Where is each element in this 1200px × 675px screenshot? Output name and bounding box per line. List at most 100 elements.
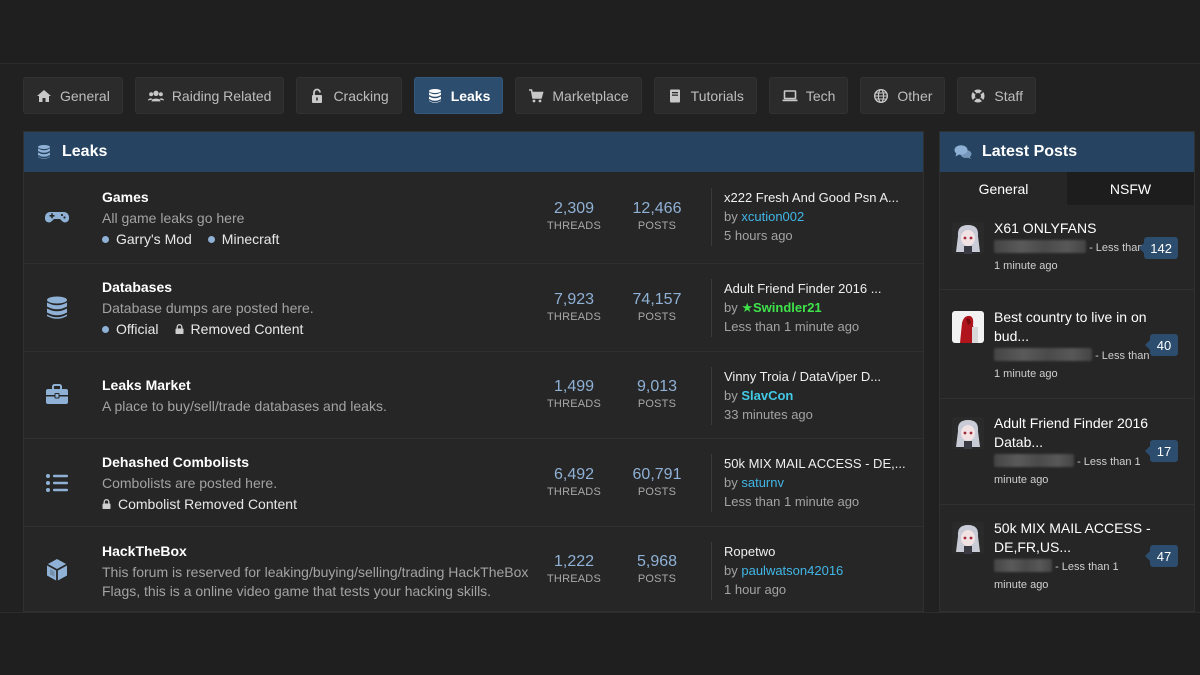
last-post: 50k MIX MAIL ACCESS - DE,... by saturnv … [724, 454, 914, 511]
bullet-icon [207, 235, 215, 243]
subforum-list: Garry's Mod Minecraft [102, 231, 279, 247]
globe-icon [874, 88, 889, 103]
threads-stat: 1,222 THREADS [547, 553, 601, 585]
laptop-icon [782, 89, 798, 101]
post-meta: - Less than 1 minute ago [994, 348, 1150, 380]
tab-label: Marketplace [552, 87, 629, 104]
gamepad-icon [42, 202, 72, 232]
tab-label: Tech [805, 87, 836, 104]
divider [711, 279, 712, 337]
tab-label: Staff [994, 87, 1023, 104]
star-icon: ★ [741, 300, 754, 315]
last-post-title[interactable]: Ropetwo [724, 542, 914, 561]
last-post-user[interactable]: saturnv [741, 475, 784, 490]
forum-row-dehashed-combolists[interactable]: Dehashed Combolists Combolists are poste… [24, 438, 923, 526]
latest-post-item[interactable]: 50k MIX MAIL ACCESS - DE,FR,US... - Less… [940, 504, 1194, 611]
post-meta: - Less than 1 minute ago [994, 240, 1144, 272]
subforum-link[interactable]: Removed Content [175, 321, 303, 337]
blurred-username [994, 454, 1074, 467]
tab-general-posts[interactable]: General [940, 172, 1067, 205]
forum-description: Combolists are posted here. [102, 475, 278, 491]
category-tabs: General Raiding Related Cracking Leaks M… [23, 77, 1036, 114]
last-post-time: 33 minutes ago [724, 407, 813, 422]
footer-bar [0, 612, 1200, 675]
subforum-link[interactable]: Minecraft [207, 231, 279, 247]
last-post-time: 5 hours ago [724, 228, 793, 243]
last-post-title[interactable]: x222 Fresh And Good Psn A... [724, 188, 914, 207]
post-title[interactable]: 50k MIX MAIL ACCESS - DE,FR,US... [994, 519, 1154, 557]
last-post: Adult Friend Finder 2016 ... by ★Swindle… [724, 279, 914, 336]
divider [711, 367, 712, 425]
tab-label: Tutorials [690, 87, 744, 104]
tab-staff[interactable]: Staff [957, 77, 1036, 114]
last-post-time: 1 hour ago [724, 582, 787, 597]
cart-icon [529, 88, 544, 102]
tab-tech[interactable]: Tech [768, 77, 849, 114]
tab-general[interactable]: General [23, 77, 123, 114]
last-post-title[interactable]: Vinny Troia / DataViper D... [724, 367, 914, 386]
tab-label: Cracking [333, 87, 389, 104]
post-title[interactable]: Best country to live in on bud... [994, 308, 1154, 346]
top-header-bar [0, 0, 1200, 64]
threads-stat: 1,499 THREADS [547, 378, 601, 410]
last-post-user[interactable]: SlavCon [741, 388, 793, 403]
tab-raiding-related[interactable]: Raiding Related [134, 77, 285, 114]
cube-icon [42, 555, 72, 585]
last-post-user[interactable]: Swindler21 [753, 300, 822, 315]
divider [711, 188, 712, 246]
comments-icon [954, 145, 972, 159]
reply-count-badge: 17 [1145, 440, 1178, 462]
forum-title[interactable]: Games [102, 189, 149, 205]
posts-stat: 12,466 POSTS [632, 200, 682, 232]
forum-title[interactable]: HackTheBox [102, 543, 187, 559]
database-icon [428, 88, 441, 103]
last-post: Vinny Troia / DataViper D... by SlavCon … [724, 367, 914, 424]
forum-title[interactable]: Databases [102, 279, 172, 295]
posts-stat: 60,791 POSTS [632, 466, 682, 498]
latest-posts-header: Latest Posts [940, 132, 1194, 172]
last-post-title[interactable]: Adult Friend Finder 2016 ... [724, 279, 914, 298]
forum-row-hackthebox[interactable]: HackTheBox This forum is reserved for le… [24, 526, 923, 611]
avatar [952, 522, 984, 554]
divider [711, 454, 712, 512]
forum-row-databases[interactable]: Databases Database dumps are posted here… [24, 263, 923, 351]
reply-count-badge: 40 [1145, 334, 1178, 356]
latest-post-item[interactable]: Adult Friend Finder 2016 Datab... - Less… [940, 398, 1194, 504]
latest-posts-tabs: General NSFW [940, 172, 1194, 205]
unlock-icon [312, 88, 323, 103]
forum-row-games[interactable]: Games All game leaks go here Garry's Mod… [24, 172, 923, 263]
tab-nsfw-posts[interactable]: NSFW [1067, 172, 1194, 205]
last-post: x222 Fresh And Good Psn A... by xcution0… [724, 188, 914, 245]
last-post-title[interactable]: 50k MIX MAIL ACCESS - DE,... [724, 454, 914, 473]
tab-label: Other [897, 87, 933, 104]
lifering-icon [971, 89, 985, 102]
threads-stat: 7,923 THREADS [547, 291, 601, 323]
latest-post-item[interactable]: Best country to live in on bud... - Less… [940, 289, 1194, 398]
tab-cracking[interactable]: Cracking [296, 77, 402, 114]
tab-tutorials[interactable]: Tutorials [653, 77, 757, 114]
forum-row-leaks-market[interactable]: Leaks Market A place to buy/sell/trade d… [24, 351, 923, 438]
forum-title[interactable]: Dehashed Combolists [102, 454, 249, 470]
post-title[interactable]: X61 ONLYFANS [994, 219, 1154, 238]
tab-leaks[interactable]: Leaks [413, 77, 504, 114]
last-post-user[interactable]: paulwatson42016 [741, 563, 843, 578]
bullet-icon [102, 235, 109, 243]
subforum-link[interactable]: Official [102, 321, 159, 337]
subforum-list: Combolist Removed Content [102, 496, 297, 512]
tab-other[interactable]: Other [860, 77, 946, 114]
latest-post-item[interactable]: X61 ONLYFANS - Less than 1 minute ago 142 [940, 205, 1194, 289]
forum-description: A place to buy/sell/trade databases and … [102, 398, 387, 414]
tab-marketplace[interactable]: Marketplace [515, 77, 642, 114]
subforum-link[interactable]: Garry's Mod [102, 231, 192, 247]
blurred-username [994, 348, 1092, 361]
post-title[interactable]: Adult Friend Finder 2016 Datab... [994, 414, 1154, 452]
users-icon [147, 90, 164, 101]
subforum-link[interactable]: Combolist Removed Content [102, 496, 297, 512]
posts-stat: 5,968 POSTS [636, 553, 678, 585]
avatar [952, 417, 984, 449]
last-post-user[interactable]: xcution002 [741, 209, 804, 224]
leaks-forum-panel: Leaks Games All game leaks go here Garry… [23, 131, 924, 612]
forum-description: All game leaks go here [102, 210, 245, 226]
database-icon [38, 145, 50, 159]
forum-title[interactable]: Leaks Market [102, 377, 191, 393]
